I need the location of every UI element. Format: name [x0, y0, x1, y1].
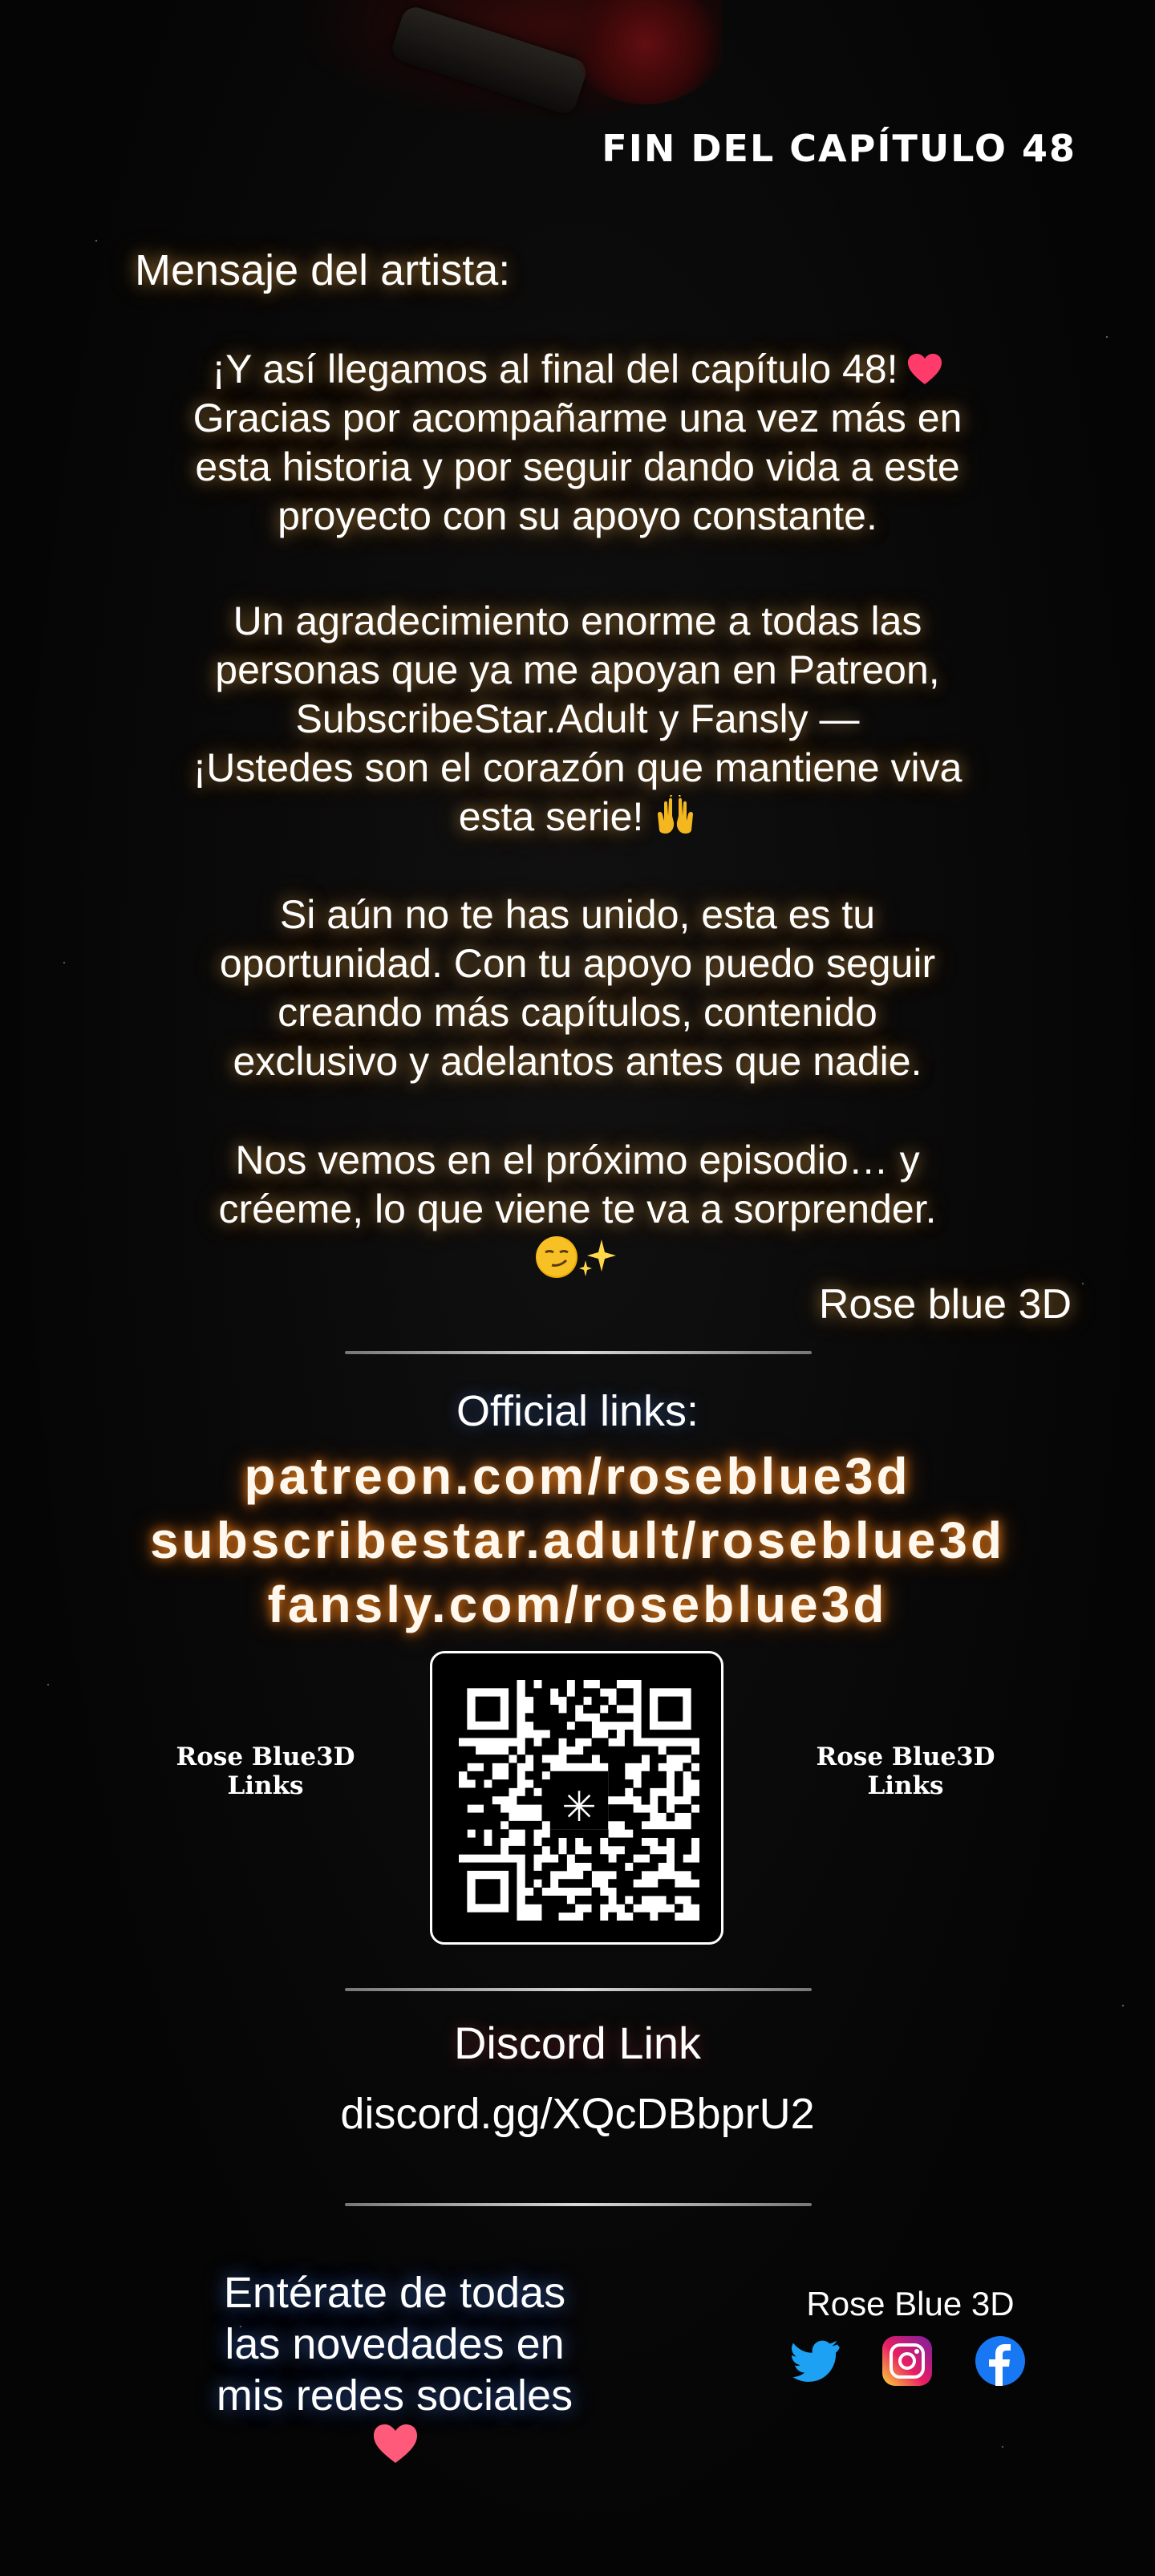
message-line: Un agradecimiento enorme a todas las [233, 598, 922, 643]
subscribestar-link[interactable]: subscribestar.adult/roseblue3d [0, 1508, 1155, 1572]
qr-label-line: Links [867, 1771, 944, 1800]
emoji-line [112, 1234, 1043, 1283]
message-line: créeme, lo que viene te va a sorprender. [218, 1187, 937, 1231]
message-line: Si aún no te has unido, esta es tu [279, 892, 876, 937]
social-line: las novedades en [225, 2320, 565, 2368]
brand-name: Rose Blue 3D [806, 2285, 1015, 2322]
message-line: Gracias por acompañarme una vez más en [192, 396, 962, 440]
divider [345, 1351, 812, 1354]
artist-message-heading: Mensaje del artista: [135, 246, 511, 294]
heart-icon [374, 2424, 417, 2463]
smirking-face-icon [536, 1236, 578, 1278]
raising-hands-icon [658, 795, 694, 834]
discord-label: Discord Link [453, 2018, 702, 2068]
page-background: FIN DEL CAPÍTULO 48 Mensaje del artista:… [0, 0, 1155, 2576]
social-message: Entérate de todas las novedades en mis r… [160, 2267, 629, 2421]
red-hair-artwork [569, 0, 722, 104]
message-line: ¡Ustedes son el corazón que mantiene viv… [192, 745, 962, 790]
sparkles-icon [579, 1239, 616, 1276]
social-line: Entérate de todas [223, 2269, 566, 2317]
social-line: mis redes sociales [216, 2371, 573, 2420]
qr-label-right: Rose Blue3D Links [809, 1742, 1002, 1800]
message-line: exclusivo y adelantos antes que nadie. [233, 1039, 922, 1084]
message-line: proyecto con su apoyo constante. [278, 493, 877, 538]
message-text: ¡Y así llegamos al final del capítulo 48… [212, 347, 898, 391]
fansly-link[interactable]: fansly.com/roseblue3d [0, 1572, 1155, 1637]
message-line: esta historia y por seguir dando vida a … [195, 444, 960, 489]
message-line: esta serie! [112, 793, 1043, 842]
message-paragraph-2: Un agradecimiento enorme a todas las per… [112, 597, 1043, 842]
facebook-icon[interactable] [974, 2335, 1027, 2387]
message-paragraph-4: Nos vemos en el próximo episodio… y crée… [112, 1136, 1043, 1283]
message-line: oportunidad. Con tu apoyo puedo seguir [219, 941, 936, 986]
qr-label-left: Rose Blue3D Links [169, 1742, 362, 1800]
qr-label-line: Links [227, 1771, 304, 1800]
instagram-icon[interactable] [881, 2335, 934, 2387]
svg-text:✳: ✳ [561, 1783, 596, 1832]
message-text: esta serie! [458, 794, 644, 839]
discord-link[interactable]: discord.gg/XQcDBbprU2 [0, 2089, 1155, 2139]
patreon-link[interactable]: patreon.com/roseblue3d [0, 1444, 1155, 1508]
chapter-end-title: FIN DEL CAPÍTULO 48 [602, 127, 1076, 170]
divider [345, 1988, 812, 1991]
message-paragraph-3: Si aún no te has unido, esta es tu oport… [112, 890, 1043, 1086]
qr-code[interactable]: ✳ [430, 1651, 723, 1945]
artist-signature: Rose blue 3D [818, 1281, 1072, 1328]
phone-artwork [389, 3, 590, 117]
qr-label-line: Rose Blue3D [176, 1742, 355, 1771]
top-artwork [305, 0, 722, 120]
official-links-list: patreon.com/roseblue3d subscribestar.adu… [0, 1444, 1155, 1637]
divider [345, 2203, 812, 2206]
heart-icon [907, 354, 942, 384]
message-line: SubscribeStar.Adult y Fansly — [295, 696, 860, 741]
social-icons [789, 2335, 1030, 2391]
message-line: Nos vemos en el próximo episodio… y [235, 1138, 920, 1183]
message-line: creando más capítulos, contenido [278, 990, 877, 1035]
qr-code-icon: ✳ [459, 1680, 699, 1921]
qr-label-line: Rose Blue3D [816, 1742, 995, 1771]
message-line: ¡Y así llegamos al final del capítulo 48… [112, 345, 1043, 394]
official-links-label: Official links: [456, 1387, 699, 1435]
message-line: personas que ya me apoyan en Patreon, [215, 647, 940, 692]
twitter-icon[interactable] [789, 2335, 842, 2387]
message-paragraph-1: ¡Y así llegamos al final del capítulo 48… [112, 345, 1043, 541]
